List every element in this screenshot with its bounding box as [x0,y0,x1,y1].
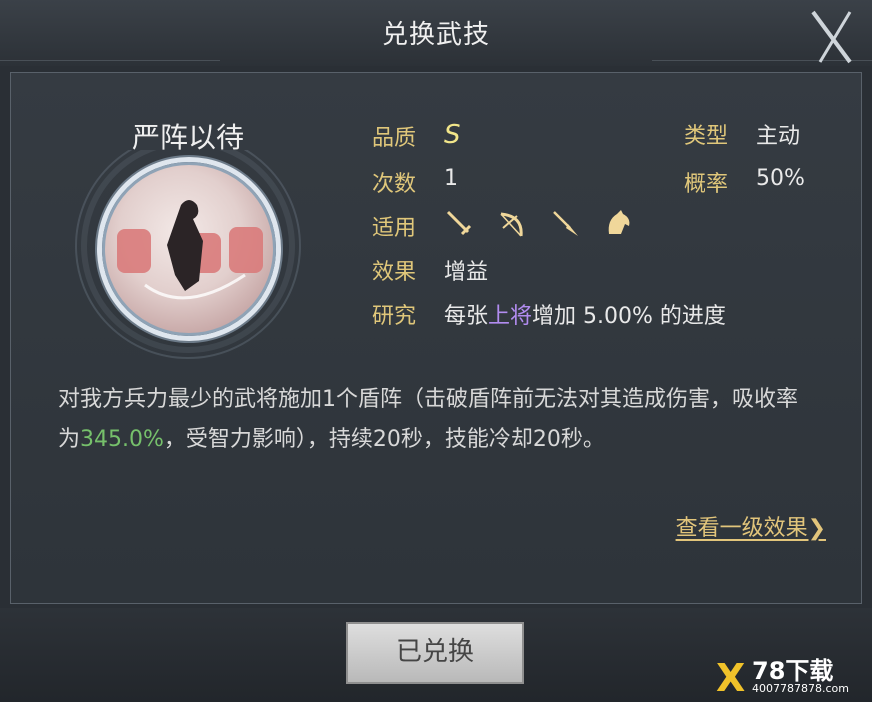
research-highlight: 上将 [488,304,533,329]
rate-label: 概率 [684,172,729,197]
watermark-brand: 78下载 [752,657,834,685]
effect-label: 效果 [372,260,417,285]
type-label: 类型 [684,124,729,149]
description-value: 345.0% [80,427,164,452]
research-label: 研究 [372,304,417,329]
research-suffix: 增加 5.00% 的进度 [532,304,726,329]
applicable-label: 适用 [372,216,417,241]
type-row: 类型 主动 [684,118,800,154]
unit-type-icons [444,208,649,244]
game-logo [758,6,858,66]
skill-emblem [102,162,276,336]
warrior-silhouette-icon [117,200,263,300]
logo-x-emblem [811,10,852,64]
bow-icon [500,212,523,237]
title-bar: 兑换武技 [0,0,872,66]
count-value: 1 [444,166,458,191]
rate-row: 概率 50% [684,166,805,202]
count-label: 次数 [372,172,417,197]
redeemed-button[interactable]: 已兑换 [346,622,524,684]
research-value: 每张上将增加 5.00% 的进度 [444,298,726,330]
count-row: 次数 1 [372,166,458,202]
view-level1-effect-link[interactable]: 查看一级效果❯ [676,510,826,542]
research-prefix: 每张 [444,304,489,329]
quality-row: 品质 S [372,120,461,156]
quality-label: 品质 [372,126,417,151]
effect-value: 增益 [444,260,489,285]
site-watermark: X 78下载 4007787878.com [716,658,866,698]
watermark-site: 4007787878.com [752,682,849,695]
quality-value: S [444,120,461,150]
type-value: 主动 [756,124,801,149]
spear-icon [553,211,578,236]
watermark-x-icon: X [716,656,746,700]
horse-icon [608,210,630,234]
effect-row: 效果 增益 [372,254,488,290]
rate-value: 50% [756,166,805,191]
applicable-row: 适用 [372,210,630,246]
sword-icon [446,210,472,236]
skill-description: 对我方兵力最少的武将施加1个盾阵（击破盾阵前无法对其造成伤害，吸收率为345.0… [58,380,818,460]
description-part2: ，受智力影响），持续20秒，技能冷却20秒。 [163,427,605,452]
research-row: 研究 每张上将增加 5.00% 的进度 [372,298,726,334]
page-title: 兑换武技 [381,20,490,50]
